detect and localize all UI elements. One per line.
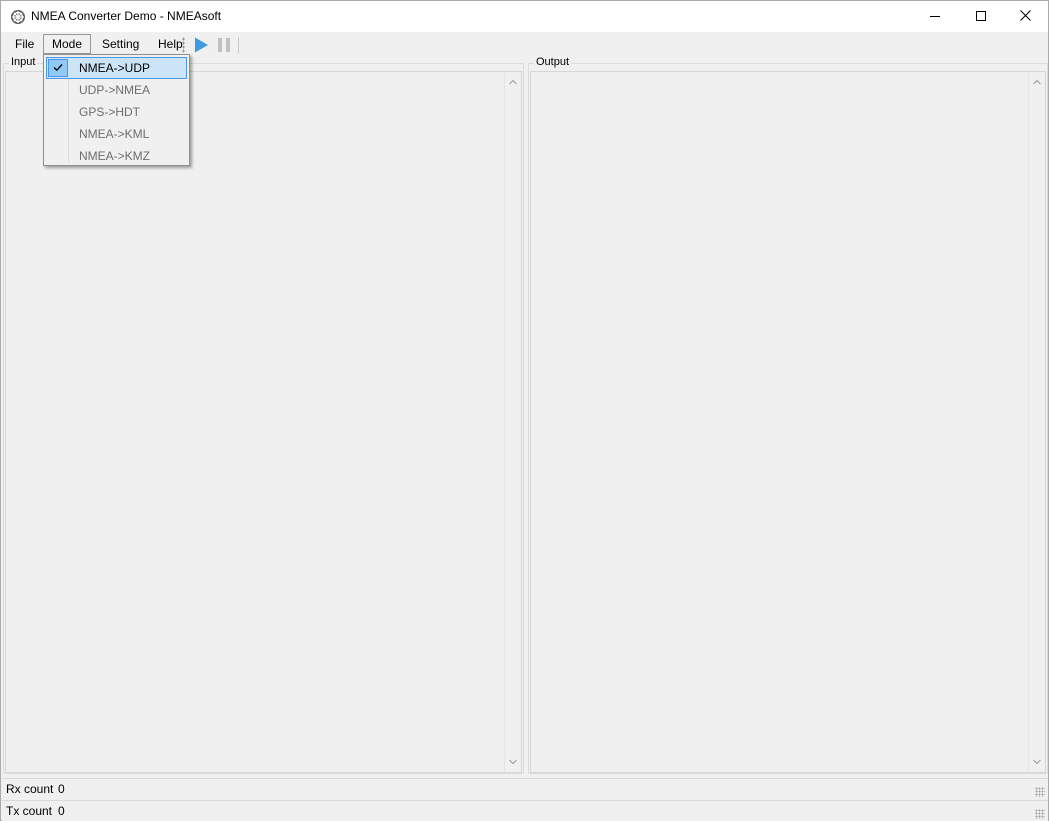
menu-mode[interactable]: Mode <box>43 34 92 54</box>
toolbar-separator <box>238 37 239 53</box>
menu-bar: File Mode Setting Help <box>1 32 1048 56</box>
resize-grip-icon[interactable] <box>1035 787 1045 797</box>
play-icon <box>195 37 208 53</box>
input-group-label: Input <box>9 56 38 68</box>
output-group-label: Output <box>534 56 572 68</box>
checkmark-icon <box>48 59 68 77</box>
minimize-button[interactable] <box>912 1 958 32</box>
pause-icon <box>218 38 230 52</box>
mode-item-label: GPS->HDT <box>79 105 141 119</box>
rx-count-value: 0 <box>58 782 65 796</box>
title-bar[interactable]: NMEA Converter Demo - NMEAsoft <box>1 1 1048 32</box>
scroll-down-icon[interactable] <box>1033 759 1041 765</box>
maximize-icon <box>976 10 986 24</box>
close-icon <box>1019 9 1031 24</box>
mode-item-label: NMEA->UDP <box>79 61 151 75</box>
menu-setting[interactable]: Setting <box>95 34 146 54</box>
pause-button[interactable] <box>216 36 232 54</box>
tx-status-row: Tx count 0 <box>2 800 1048 821</box>
mode-item-udp-nmea[interactable]: UDP->NMEA <box>46 79 187 101</box>
input-scrollbar[interactable] <box>504 72 521 772</box>
window-title: NMEA Converter Demo - NMEAsoft <box>31 9 222 23</box>
ship-wheel-icon[interactable] <box>10 9 26 25</box>
mode-item-nmea-udp[interactable]: NMEA->UDP <box>46 57 187 79</box>
app-window: NMEA Converter Demo - NMEAsoft File Mode… <box>0 0 1049 821</box>
mode-item-label: NMEA->KMZ <box>79 149 151 163</box>
output-textbox[interactable] <box>530 71 1046 773</box>
output-scrollbar[interactable] <box>1028 72 1045 772</box>
play-button[interactable] <box>192 36 210 54</box>
resize-grip-icon[interactable] <box>1035 809 1045 819</box>
scroll-down-icon[interactable] <box>509 759 517 765</box>
tx-count-value: 0 <box>58 804 65 818</box>
rx-status-row: Rx count 0 <box>2 778 1048 799</box>
mode-item-nmea-kml[interactable]: NMEA->KML <box>46 123 187 145</box>
mode-item-gps-hdt[interactable]: GPS->HDT <box>46 101 187 123</box>
scroll-up-icon[interactable] <box>509 79 517 85</box>
minimize-icon <box>930 10 940 24</box>
toolbar-grip[interactable] <box>182 37 185 53</box>
close-button[interactable] <box>1002 1 1048 32</box>
input-textbox[interactable] <box>5 71 522 773</box>
menu-file[interactable]: File <box>8 34 41 54</box>
scroll-up-icon[interactable] <box>1033 79 1041 85</box>
mode-dropdown-menu: NMEA->UDP UDP->NMEA GPS->HDT NMEA->KML N… <box>43 54 190 166</box>
rx-count-label: Rx count <box>6 782 54 796</box>
mode-item-nmea-kmz[interactable]: NMEA->KMZ <box>46 145 187 167</box>
mode-item-label: UDP->NMEA <box>79 83 151 97</box>
maximize-button[interactable] <box>958 1 1004 32</box>
tx-count-label: Tx count <box>6 804 53 818</box>
mode-item-label: NMEA->KML <box>79 127 150 141</box>
